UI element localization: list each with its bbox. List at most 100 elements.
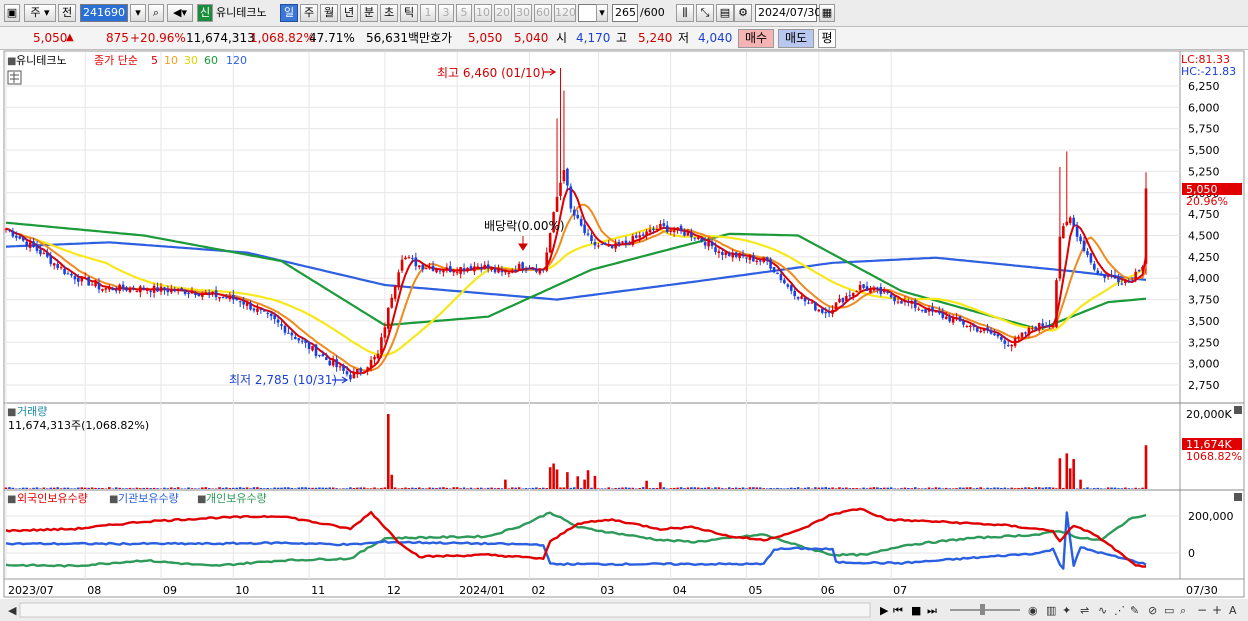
- font-size-icon[interactable]: A: [1229, 604, 1237, 617]
- x-axis-label: 2024/01: [459, 584, 505, 597]
- candle-body: [273, 315, 276, 320]
- volume-bar: [803, 487, 807, 489]
- candle-body: [531, 268, 535, 270]
- candle-body: [101, 289, 104, 291]
- zoom-icon[interactable]: ⌕: [1180, 604, 1186, 617]
- volume-bar: [25, 487, 28, 489]
- volume-bar: [714, 487, 717, 489]
- candle-body: [435, 269, 438, 273]
- volume-bar: [1058, 458, 1062, 489]
- tool-icon-9[interactable]: ▭: [1164, 604, 1174, 617]
- candle-body: [876, 287, 879, 289]
- candle-body: [77, 277, 80, 282]
- scroll-left-icon[interactable]: ◀: [8, 604, 17, 617]
- volume-bar: [249, 488, 252, 489]
- candle-body: [955, 317, 958, 320]
- volume-bar: [490, 487, 493, 489]
- volume-bar: [779, 488, 783, 489]
- forward-icon[interactable]: ⏭: [927, 604, 937, 617]
- volume-bar: [913, 487, 917, 489]
- volume-bar: [1017, 487, 1020, 489]
- volume-bar: [607, 487, 611, 489]
- volume-bar: [455, 487, 459, 489]
- candle-body: [779, 274, 783, 281]
- candle-body: [559, 182, 562, 196]
- volume-bar: [8, 487, 11, 489]
- volume-bar: [789, 487, 793, 489]
- volume-bar: [752, 487, 755, 489]
- candle-body: [466, 267, 469, 272]
- zoom-slider-thumb[interactable]: [980, 604, 985, 615]
- volume-bar: [996, 487, 1000, 489]
- candle-body: [755, 260, 759, 262]
- candle-body: [628, 244, 631, 246]
- candle-body: [686, 232, 690, 236]
- candle-body: [39, 249, 42, 255]
- candle-body: [727, 252, 731, 257]
- candle-body: [659, 224, 662, 228]
- candle-body: [307, 342, 311, 349]
- last-change-tag: 20.96%: [1186, 195, 1228, 208]
- volume-last-pct-tag: 1068.82%: [1186, 450, 1242, 463]
- volume-bar: [349, 487, 352, 489]
- volume-bar: [163, 487, 166, 489]
- volume-bar: [548, 467, 552, 489]
- volume-bar: [541, 487, 545, 489]
- volume-title: 거래량: [17, 405, 47, 418]
- volume-bar: [838, 487, 841, 489]
- candle-body: [624, 240, 628, 244]
- price-y-tick: 5,750: [1188, 123, 1220, 136]
- volume-bar: [328, 487, 332, 489]
- candle-body: [59, 267, 63, 269]
- annotation-high: 최고 6,460 (01/10): [437, 66, 545, 80]
- candle-body: [1037, 323, 1041, 331]
- tool-icon-5[interactable]: ∿: [1098, 604, 1107, 617]
- candle-body: [645, 231, 648, 236]
- candle-body: [331, 360, 335, 366]
- tool-icon-1[interactable]: ◉: [1028, 604, 1038, 617]
- volume-bar: [655, 487, 659, 489]
- volume-bar: [1027, 487, 1031, 489]
- volume-bar: [1037, 487, 1041, 489]
- tool-icon-6[interactable]: ⋰: [1114, 604, 1125, 617]
- tool-icon-8[interactable]: ⊘: [1148, 604, 1157, 617]
- candle-body: [1062, 226, 1065, 239]
- holding-close-icon[interactable]: [1234, 493, 1242, 501]
- volume-bar: [97, 487, 101, 489]
- zoom-in-icon[interactable]: +: [1212, 603, 1222, 617]
- volume-bar: [600, 488, 604, 489]
- candle-body: [280, 324, 283, 326]
- volume-bar: [256, 487, 259, 489]
- tool-icon-4[interactable]: ⇌: [1080, 604, 1089, 617]
- volume-bar: [758, 487, 762, 489]
- volume-close-icon[interactable]: [1234, 406, 1242, 414]
- candle-body: [555, 196, 559, 212]
- candle-body: [631, 236, 635, 245]
- candle-body: [66, 273, 70, 275]
- volume-bar: [510, 487, 514, 489]
- candle-body: [524, 269, 528, 271]
- candle-body: [373, 356, 376, 360]
- volume-bar: [1075, 488, 1079, 489]
- tool-icon-2[interactable]: ▥: [1046, 604, 1056, 617]
- volume-bar: [469, 487, 473, 489]
- volume-bar: [614, 488, 617, 489]
- stop-icon[interactable]: ■: [911, 604, 921, 617]
- candle-body: [476, 266, 480, 269]
- volume-bar: [1068, 468, 1072, 489]
- volume-bar: [1055, 488, 1058, 489]
- tool-icon-3[interactable]: ✦: [1062, 604, 1071, 617]
- zoom-out-icon[interactable]: −: [1197, 603, 1207, 617]
- candle-body: [710, 241, 714, 247]
- candle-body: [924, 309, 927, 313]
- volume-bar: [314, 487, 318, 489]
- candle-body: [238, 301, 242, 303]
- candle-body: [1082, 240, 1086, 251]
- candle-body: [597, 245, 600, 247]
- scrollbar-track[interactable]: [19, 602, 871, 618]
- tool-icon-7[interactable]: ✎: [1130, 604, 1139, 617]
- volume-bar: [920, 488, 924, 489]
- candle-body: [56, 263, 59, 268]
- play-icon[interactable]: ▶: [880, 604, 889, 617]
- rewind-icon[interactable]: ⏮: [893, 604, 903, 617]
